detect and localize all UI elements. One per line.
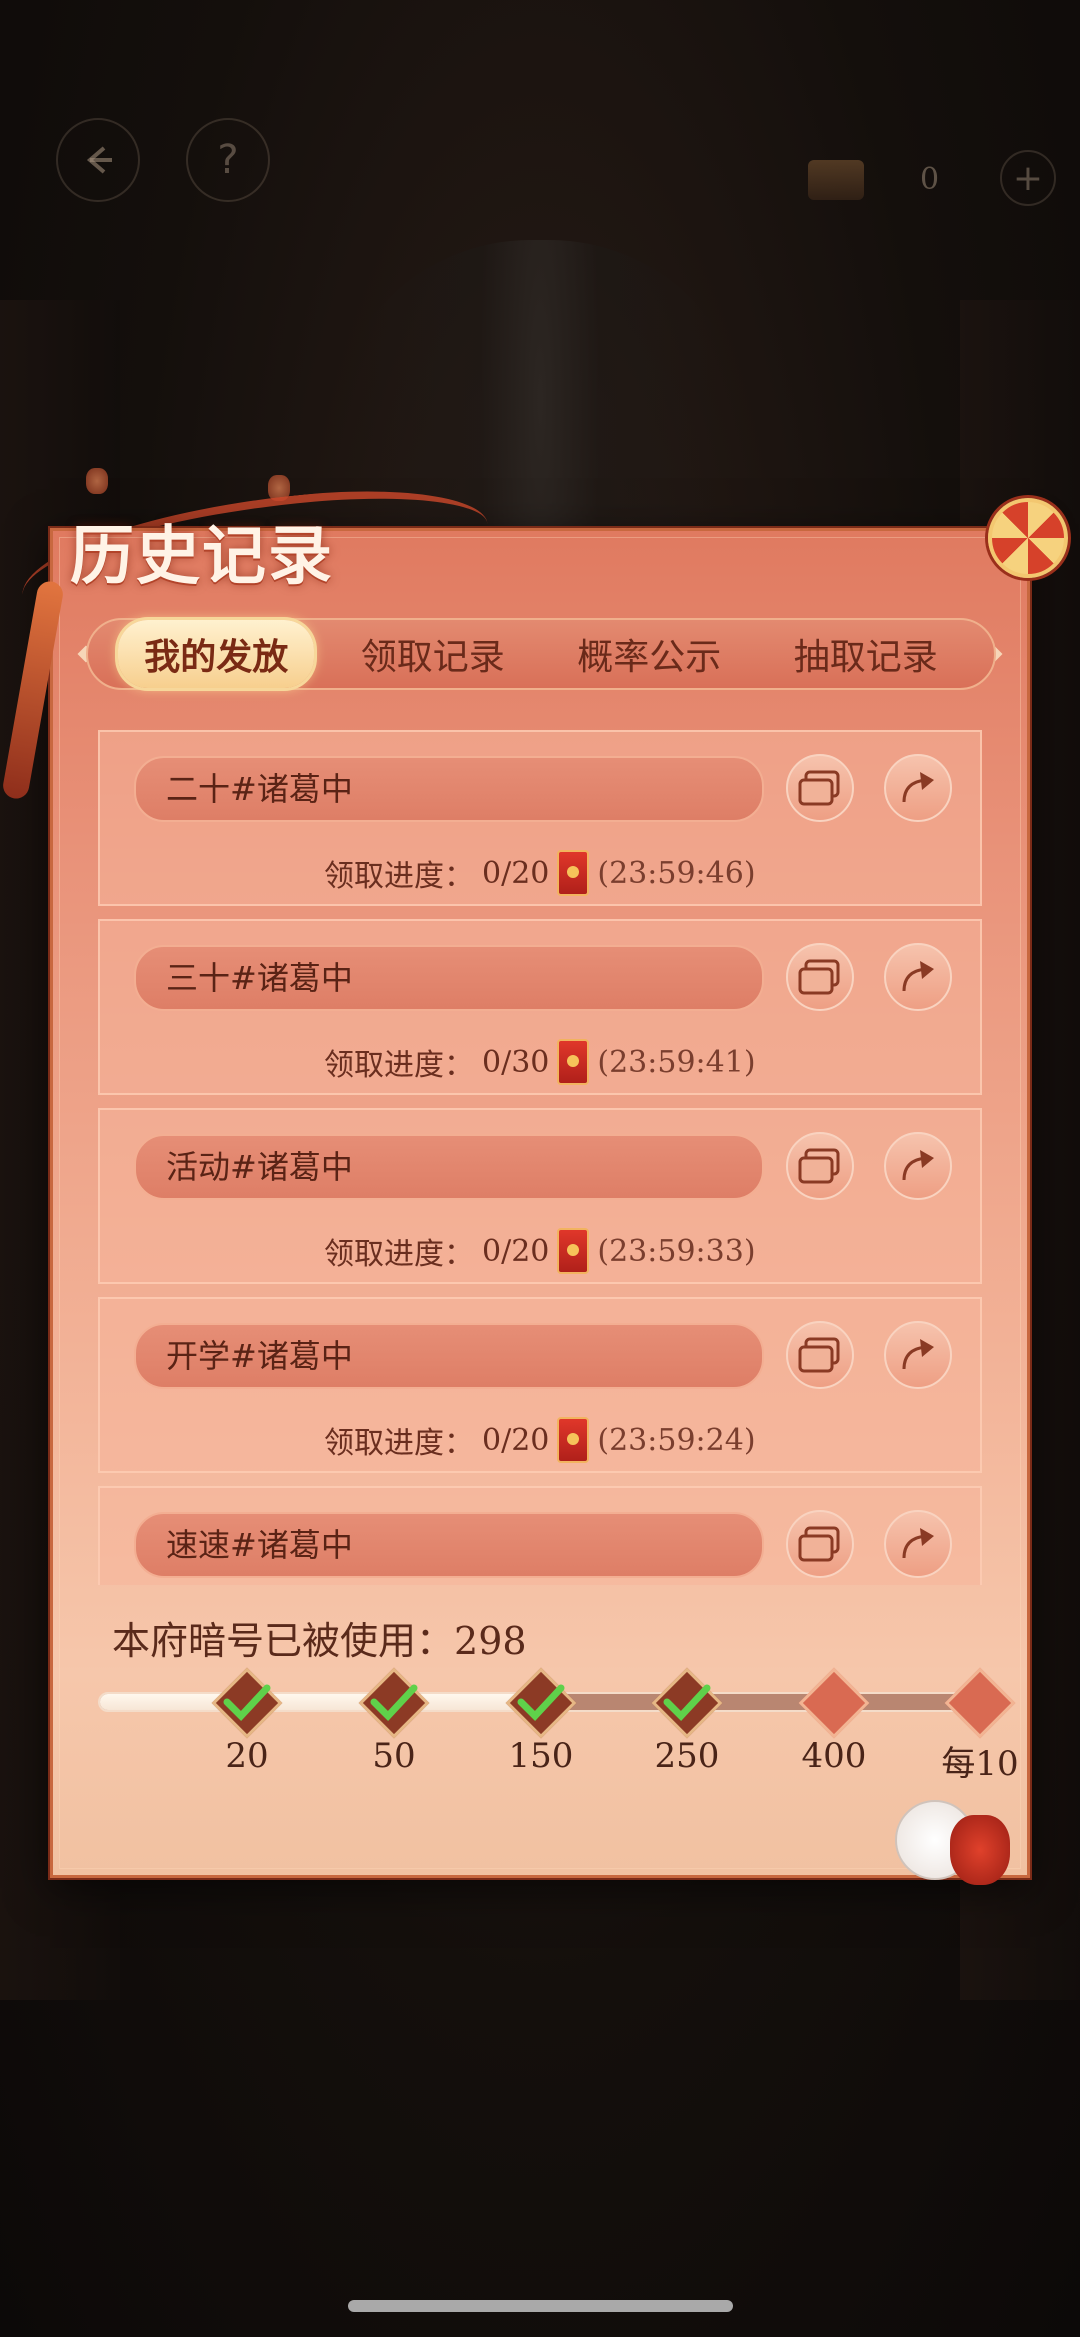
- copy-button[interactable]: [786, 943, 854, 1011]
- list-item: 活动#诸葛中 领取进度： 0/20 (23:59:33): [98, 1108, 982, 1284]
- copy-icon: [798, 1526, 840, 1562]
- help-button[interactable]: ?: [186, 118, 270, 202]
- checkmark-icon: [511, 1672, 571, 1732]
- share-button[interactable]: [884, 754, 952, 822]
- code-field: 活动#诸葛中: [134, 1134, 764, 1200]
- milestone-track-fill: [100, 1694, 531, 1710]
- share-arrow-icon: [902, 1528, 934, 1559]
- record-list[interactable]: 二十#诸葛中 领取进度： 0/20 (23:59:46) 三十#诸葛中 领取进度…: [98, 730, 982, 1585]
- progress-label: 领取进度：: [324, 1048, 474, 1083]
- share-arrow-icon: [902, 1150, 934, 1181]
- tab-claim-records[interactable]: 领取记录: [335, 620, 531, 688]
- progress-value: 0/30: [482, 1044, 550, 1080]
- red-envelope-icon: [557, 850, 590, 896]
- tab-bar: 我的发放 领取记录 概率公示 抽取记录: [86, 618, 996, 690]
- checkmark-icon: [657, 1672, 717, 1732]
- claim-progress: 领取进度： 0/20 (23:59:24): [324, 1417, 756, 1463]
- share-button[interactable]: [884, 1132, 952, 1200]
- code-field: 三十#诸葛中: [134, 945, 764, 1011]
- checkmark-icon: [364, 1672, 424, 1732]
- milestone-label: 20: [225, 1736, 269, 1776]
- share-arrow-icon: [902, 772, 934, 803]
- copy-button[interactable]: [786, 754, 854, 822]
- currency-value: 0: [920, 162, 940, 197]
- close-button[interactable]: [988, 498, 1068, 578]
- share-button[interactable]: [884, 1510, 952, 1578]
- tab-probability[interactable]: 概率公示: [551, 620, 747, 688]
- milestone-label: 150: [508, 1736, 574, 1776]
- claim-progress: 领取进度： 0/20 (23:59:46): [324, 850, 756, 896]
- help-icon: ?: [217, 137, 239, 183]
- code-field: 二十#诸葛中: [134, 756, 764, 822]
- countdown-timer: (23:59:41): [597, 1044, 756, 1080]
- code-field: 开学#诸葛中: [134, 1323, 764, 1389]
- usage-value: 298: [454, 1619, 527, 1663]
- tab-my-distribution[interactable]: 我的发放: [118, 620, 315, 688]
- countdown-timer: (23:59:24): [597, 1422, 756, 1458]
- copy-button[interactable]: [786, 1321, 854, 1389]
- copy-icon: [798, 959, 840, 995]
- progress-value: 0/20: [482, 1422, 550, 1458]
- copy-icon: [798, 1148, 840, 1184]
- share-button[interactable]: [884, 1321, 952, 1389]
- progress-label: 领取进度：: [324, 1426, 474, 1461]
- progress-value: 0/20: [482, 1233, 550, 1269]
- red-envelope-icon: [557, 1417, 590, 1463]
- panel-title: 历史记录: [70, 519, 334, 594]
- copy-button[interactable]: [786, 1510, 854, 1578]
- copy-button[interactable]: [786, 1132, 854, 1200]
- share-arrow-icon: [902, 1339, 934, 1370]
- milestone-label: 每10: [941, 1744, 1019, 1784]
- back-button[interactable]: [56, 118, 140, 202]
- milestone-label: 250: [654, 1736, 720, 1776]
- countdown-timer: (23:59:46): [597, 855, 756, 891]
- list-item: 三十#诸葛中 领取进度： 0/30 (23:59:41): [98, 919, 982, 1095]
- milestone-label: 400: [801, 1736, 867, 1776]
- checkmark-icon: [217, 1672, 277, 1732]
- code-field: 速速#诸葛中: [134, 1512, 764, 1578]
- red-envelope-icon: [557, 1228, 590, 1274]
- home-indicator[interactable]: [348, 2300, 733, 2312]
- copy-icon: [798, 770, 840, 806]
- lucky-bag-icon: [950, 1815, 1010, 1885]
- tab-draw-records[interactable]: 抽取记录: [768, 620, 964, 688]
- usage-count: 本府暗号已被使用：298: [112, 1610, 527, 1665]
- share-button[interactable]: [884, 943, 952, 1011]
- progress-value: 0/20: [482, 855, 550, 891]
- progress-label: 领取进度：: [324, 859, 474, 894]
- usage-label: 本府暗号已被使用：: [112, 1619, 455, 1663]
- treasure-chest-icon: [808, 160, 864, 200]
- copy-icon: [798, 1337, 840, 1373]
- list-item: 二十#诸葛中 领取进度： 0/20 (23:59:46): [98, 730, 982, 906]
- plus-icon: +: [1012, 157, 1044, 199]
- share-arrow-icon: [902, 961, 934, 992]
- claim-progress: 领取进度： 0/20 (23:59:33): [324, 1228, 756, 1274]
- claim-progress: 领取进度： 0/30 (23:59:41): [324, 1039, 756, 1085]
- progress-label: 领取进度：: [324, 1237, 474, 1272]
- countdown-timer: (23:59:33): [597, 1233, 756, 1269]
- list-item: 速速#诸葛中: [98, 1486, 982, 1585]
- add-currency-button[interactable]: +: [1000, 150, 1056, 206]
- arrow-left-icon: [86, 146, 112, 174]
- milestone-label: 50: [372, 1736, 416, 1776]
- list-item: 开学#诸葛中 领取进度： 0/20 (23:59:24): [98, 1297, 982, 1473]
- lantern-decoration: [86, 468, 108, 494]
- red-envelope-icon: [557, 1039, 590, 1085]
